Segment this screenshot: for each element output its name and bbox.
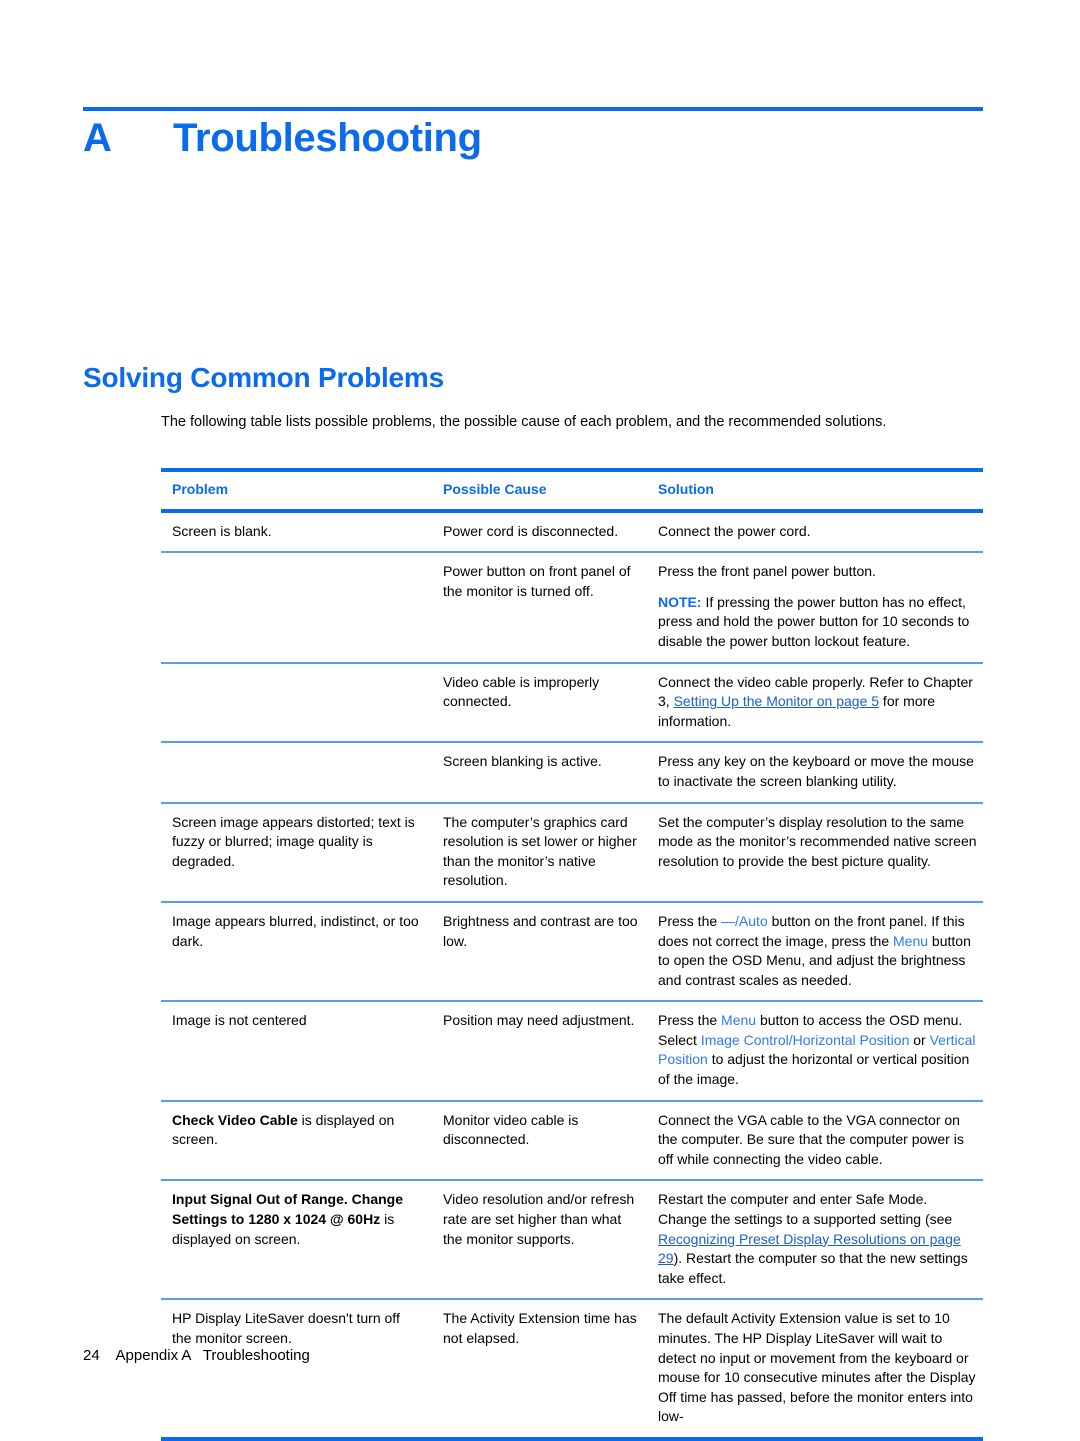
column-header-solution: Solution: [658, 481, 714, 497]
cell-problem: [161, 553, 433, 573]
cell-solution: Set the computer’s display resolution to…: [658, 813, 977, 869]
text-run: Restart the computer and enter Safe Mode…: [658, 1191, 953, 1228]
ui-reference: Menu: [721, 1012, 757, 1029]
table-body: Screen is blank. Power cord is disconnect…: [161, 513, 983, 1437]
troubleshooting-table: Problem Possible Cause Solution Screen i…: [161, 468, 983, 1441]
table-row: Screen image appears distorted; text is …: [161, 804, 983, 901]
column-header-problem: Problem: [172, 481, 229, 497]
cell-solution: Connect the power cord.: [658, 522, 811, 539]
cell-possible-cause: Power button on front panel of the monit…: [443, 563, 631, 599]
table-row: Input Signal Out of Range. Change Settin…: [161, 1181, 983, 1298]
cell-possible-cause: Position may need adjustment.: [443, 1012, 635, 1029]
ui-reference: Image Control/Horizontal Position: [700, 1031, 910, 1048]
cross-reference-link[interactable]: Setting Up the Monitor on page 5: [674, 693, 879, 709]
ui-reference: Menu: [893, 932, 929, 949]
cell-problem: [161, 664, 433, 684]
cell-solution: The default Activity Extension value is …: [658, 1310, 976, 1425]
table-row: Screen is blank. Power cord is disconnect…: [161, 513, 983, 552]
footer-text: Appendix A Troubleshooting: [115, 1347, 310, 1364]
text-run: or: [909, 1031, 930, 1048]
cell-possible-cause: The computer’s graphics card resolution …: [443, 813, 637, 889]
note-text: If pressing the power button has no effe…: [658, 593, 970, 649]
emphasis-text: Input Signal Out of Range. Change Settin…: [172, 1191, 403, 1228]
cell-problem: [161, 743, 433, 763]
intro-paragraph: The following table lists possible probl…: [161, 414, 887, 430]
chapter-letter: A: [83, 116, 112, 160]
text-run: ). Restart the computer so that the new …: [658, 1250, 968, 1286]
ui-reference: —/Auto: [721, 912, 768, 929]
cell-possible-cause: The Activity Extension time has not elap…: [443, 1310, 637, 1346]
emphasis-text: Check Video Cable: [172, 1111, 298, 1128]
cell-possible-cause: Video cable is improperly connected.: [443, 673, 600, 710]
table-row: Image is not centered Position may need a…: [161, 1002, 983, 1099]
section-heading: Solving Common Problems: [83, 362, 444, 393]
page-footer: 24 Appendix A Troubleshooting: [83, 1347, 310, 1364]
cell-possible-cause: Screen blanking is active.: [443, 753, 602, 770]
table-row: Screen blanking is active. Press any key …: [161, 743, 983, 801]
cell-solution: Press any key on the keyboard or move th…: [658, 753, 974, 789]
column-header-possible-cause: Possible Cause: [443, 481, 547, 497]
table-row: Image appears blurred, indistinct, or to…: [161, 903, 983, 1000]
cell-solution: Press the front panel power button. NOTE:…: [648, 553, 983, 661]
cell-possible-cause: Monitor video cable is disconnected.: [443, 1111, 579, 1148]
chapter-title: Troubleshooting: [173, 116, 482, 160]
cell-solution: Restart the computer and enter Safe Mode…: [648, 1181, 983, 1298]
table-header-row: Problem Possible Cause Solution: [161, 472, 983, 509]
cell-possible-cause: Power cord is disconnected.: [443, 522, 619, 539]
cell-solution: Press the —/Auto button on the front pan…: [648, 903, 983, 1000]
cell-solution: Press the Menu button to access the OSD …: [648, 1002, 983, 1099]
cell-problem: Screen is blank.: [172, 522, 272, 539]
cell-possible-cause: Brightness and contrast are too low.: [443, 912, 638, 949]
chapter-heading: A Troubleshooting: [83, 116, 983, 161]
document-page: A Troubleshooting Solving Common Problems…: [0, 0, 1080, 1441]
text-run: Press the: [658, 1012, 722, 1029]
table-bottom-rule: [161, 1436, 983, 1441]
note-label: NOTE:: [658, 593, 702, 610]
table-row: HP Display LiteSaver doesn't turn off th…: [161, 1300, 983, 1437]
note-block: NOTE: If pressing the power button has n…: [658, 593, 979, 652]
footer-page-number: 24: [83, 1347, 100, 1364]
table-row: Video cable is improperly connected. Conn…: [161, 664, 983, 742]
cell-problem: Screen image appears distorted; text is …: [172, 813, 415, 869]
cell-problem: Check Video Cable is displayed on screen…: [161, 1102, 433, 1160]
cell-problem: Input Signal Out of Range. Change Settin…: [161, 1181, 433, 1259]
table-row: Check Video Cable is displayed on screen…: [161, 1102, 983, 1180]
text-run: Press the: [658, 912, 722, 929]
cell-problem: Image appears blurred, indistinct, or to…: [172, 912, 419, 949]
cell-possible-cause: Video resolution and/or refresh rate are…: [443, 1191, 635, 1247]
table-row: Power button on front panel of the monit…: [161, 553, 983, 661]
cell-solution: Connect the video cable properly. Refer …: [648, 664, 983, 742]
chapter-top-rule: [83, 107, 983, 111]
cell-solution: Connect the VGA cable to the VGA connect…: [658, 1111, 964, 1167]
cell-problem: Image is not centered: [172, 1012, 307, 1029]
